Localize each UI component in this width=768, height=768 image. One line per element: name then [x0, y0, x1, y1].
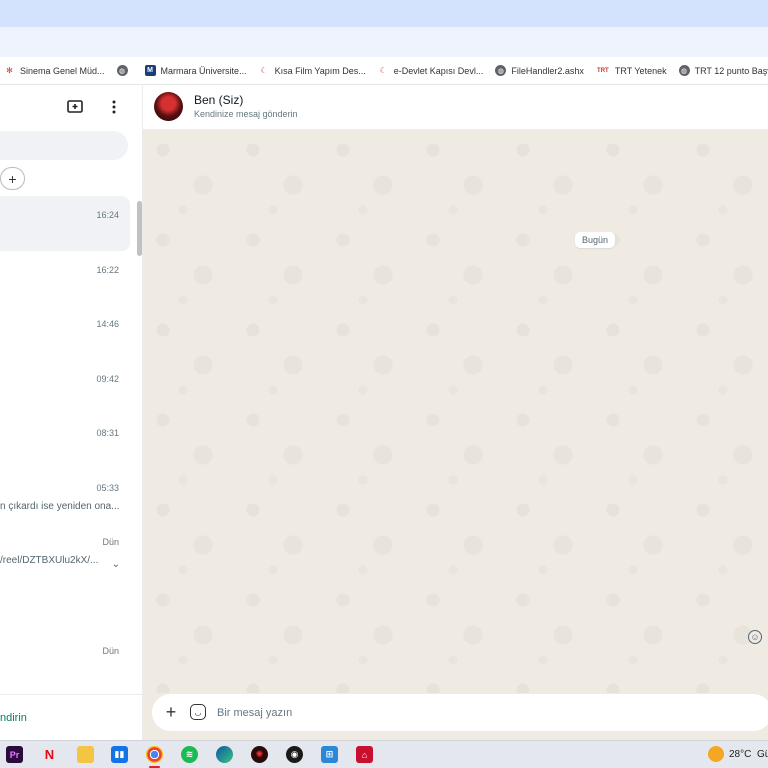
chat-time: 16:24: [96, 210, 119, 220]
bookmark-filehandler[interactable]: ◍ FileHandler2.ashx: [491, 65, 592, 76]
download-link[interactable]: ndirin: [0, 712, 27, 724]
marmara-icon: M: [144, 65, 156, 76]
chat-list-item[interactable]: 09:42: [0, 360, 130, 415]
chrome-icon[interactable]: [146, 746, 163, 768]
contact-subtitle: Kendinize mesaj gönderin: [194, 109, 298, 119]
browser-tab-strip: [0, 0, 768, 27]
taskbar: Pr N ▮▮ ≋ ✺ ◉ ⊞ ⌂ 28°C Gü: [0, 740, 768, 768]
premiere-icon[interactable]: Pr: [6, 746, 23, 763]
chat-list-item[interactable]: 16:22: [0, 251, 130, 306]
composer-bar: + ◡: [143, 693, 768, 740]
chat-list: 16:24 16:22 14:46 09:42 08:31 05:33 n çık…: [0, 196, 143, 687]
contact-name: Ben (Siz): [194, 93, 244, 107]
globe-icon: ◍: [116, 65, 128, 76]
chat-time: Dün: [102, 646, 119, 656]
film-icon: ✻: [6, 66, 13, 75]
bookmark-globe[interactable]: ◍: [113, 65, 141, 76]
message-area: Bugün ☺: [143, 130, 768, 693]
bookmark-label: TRT 12 punto Başvu...: [694, 65, 768, 76]
new-chat-button[interactable]: [66, 98, 84, 116]
podcast-icon[interactable]: ◉: [286, 746, 303, 763]
search-input[interactable]: [0, 131, 128, 160]
emoji-icon[interactable]: ☺: [748, 630, 762, 644]
netflix-icon[interactable]: N: [41, 746, 58, 763]
chat-preview: /reel/DZTBXUlu2kX/...: [0, 555, 99, 566]
chat-list-item[interactable]: [0, 578, 130, 633]
composer: + ◡: [152, 694, 768, 731]
weather-icon[interactable]: [708, 746, 724, 762]
chat-time: 16:22: [96, 264, 119, 275]
weather-overflow: Gü: [757, 749, 768, 760]
bookmarks-bar: ✻ Sinema Genel Müd... ◍ M Marmara Üniversi…: [0, 57, 768, 85]
chat-list-panel: + 16:24 16:22 14:46 09:42 08:31 05:33 n ç…: [0, 85, 143, 740]
bookmark-sinema[interactable]: ✻ Sinema Genel Müd...: [0, 65, 113, 76]
chat-list-item[interactable]: Dün/reel/DZTBXUlu2kX/... ⌄: [0, 523, 130, 578]
bookmark-label: FileHandler2.ashx: [511, 65, 584, 76]
message-input[interactable]: [217, 704, 617, 721]
bookmark-label: Marmara Üniversite...: [160, 65, 247, 76]
browser-toolbar: [0, 27, 768, 57]
chat-time: 09:42: [96, 373, 119, 384]
chat-list-item[interactable]: 16:24: [0, 196, 130, 251]
avatar[interactable]: [154, 92, 183, 121]
globe-icon: ◍: [495, 65, 507, 76]
bookmark-kisa-film[interactable]: ☾ Kısa Film Yapım Des...: [255, 65, 374, 76]
chat-list-item[interactable]: 14:46: [0, 305, 130, 360]
bookmark-label: Sinema Genel Müd...: [20, 65, 105, 76]
chat-time: 08:31: [96, 428, 119, 438]
sticker-icon[interactable]: ◡: [190, 704, 206, 720]
menu-button[interactable]: [106, 97, 122, 117]
trt-icon: TRT: [597, 67, 609, 74]
app-icon[interactable]: ✺: [251, 746, 268, 763]
store-icon[interactable]: ⊞: [321, 746, 338, 763]
chat-time: 14:46: [96, 319, 119, 329]
add-filter-button[interactable]: +: [0, 167, 25, 190]
chat-preview: n çıkardı ise yeniden ona...: [0, 500, 120, 512]
bookmark-trt-12-punto[interactable]: ◍ TRT 12 punto Başvu...: [675, 65, 768, 76]
chat-time: 05:33: [96, 482, 119, 493]
file-explorer-icon[interactable]: [77, 746, 94, 763]
attach-plus-icon[interactable]: +: [161, 702, 181, 722]
chat-list-item[interactable]: Dün: [0, 632, 130, 687]
bookmark-label: Kısa Film Yapım Des...: [274, 65, 366, 76]
bookmark-edevlet[interactable]: ☾ e-Devlet Kapısı Devl...: [374, 65, 492, 76]
edge-icon[interactable]: [216, 746, 233, 763]
temperature[interactable]: 28°C: [729, 749, 751, 760]
bookmark-label: e-Devlet Kapısı Devl...: [393, 65, 484, 76]
more-vertical-icon: [112, 100, 116, 114]
chevron-down-icon[interactable]: ⌄: [112, 559, 120, 570]
chat-list-item[interactable]: 08:31: [0, 414, 130, 469]
bookmark-marmara[interactable]: M Marmara Üniversite...: [141, 65, 255, 76]
trello-icon[interactable]: ▮▮: [111, 746, 128, 763]
bookmark-trt-yetenek[interactable]: TRT TRT Yetenek: [592, 65, 675, 76]
app-icon[interactable]: ⌂: [356, 746, 373, 763]
conversation-panel: Ben (Siz) Kendinize mesaj gönderin Bugün…: [143, 85, 768, 740]
crescent-icon: ☾: [379, 66, 387, 75]
chat-header[interactable]: Ben (Siz) Kendinize mesaj gönderin: [143, 85, 768, 130]
bookmark-label: TRT Yetenek: [614, 65, 667, 76]
new-chat-icon: [67, 100, 83, 113]
date-separator: Bugün: [575, 232, 616, 248]
globe-icon: ◍: [678, 65, 690, 76]
download-banner[interactable]: ndirin: [0, 694, 142, 740]
plus-icon: +: [8, 170, 17, 187]
chat-list-item[interactable]: 05:33 n çıkardı ise yeniden ona...: [0, 469, 130, 524]
chat-time: Dün: [102, 537, 119, 547]
spotify-icon[interactable]: ≋: [181, 746, 198, 763]
crescent-icon: ☾: [260, 66, 268, 75]
